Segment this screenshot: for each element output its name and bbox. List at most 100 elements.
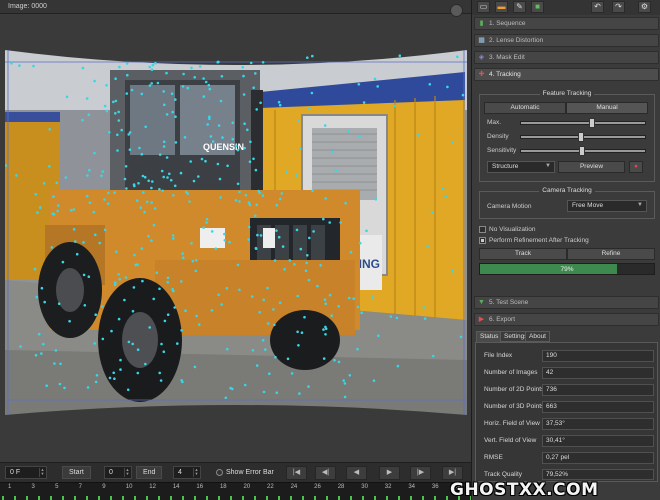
track-point [171,287,174,291]
points3d-label: Number of 3D Points [484,403,545,410]
skip-to-end-icon[interactable]: ▶| [442,466,463,480]
refine-button[interactable]: Refine [567,248,655,260]
track-point [374,197,378,201]
step-forward-icon[interactable]: |▶ [410,466,431,480]
track-point [358,134,361,138]
viewer-close-icon[interactable] [450,4,463,17]
track-point [145,200,149,204]
track-point [254,246,258,250]
frame-value: 0 F [10,469,21,476]
track-point [220,303,223,306]
track-point [172,237,175,240]
save-icon[interactable]: ■ [531,1,544,13]
track-point [152,223,156,227]
start-button[interactable]: Start [62,466,91,479]
skip-to-start-icon[interactable]: |◀ [286,466,307,480]
timeline-frame-marker [278,496,280,500]
track-point [136,371,140,375]
show-error-bar-checkbox[interactable] [216,469,223,476]
sensitivity-slider[interactable] [520,146,646,156]
automatic-button[interactable]: Automatic [484,102,566,114]
step-tracking[interactable]: ✚ 4. Tracking [474,68,659,81]
track-point [182,72,185,76]
undo-icon[interactable]: ↶ [591,1,604,13]
sensitivity-slider-handle[interactable] [579,146,585,156]
max-slider-handle[interactable] [589,118,595,128]
frame-spinbox[interactable]: 0 F ▲ ▼ [5,466,47,479]
timeline-frame-marker [26,496,28,500]
timeline[interactable]: 1 3 5 7 9 10 12 14 16 18 20 22 24 26 28 30 32 34 36 38 [0,482,472,500]
open-folder-icon[interactable]: ▬ [495,1,508,13]
preview-button[interactable]: Preview [558,161,625,173]
track-point [181,380,184,384]
track-point [105,84,108,87]
track-point [275,229,278,232]
track-button[interactable]: Track [479,248,567,260]
images-field: 42 [542,367,654,379]
track-point [197,175,200,178]
camera-image[interactable]: NSING QUENSIN [5,50,467,415]
track-point [451,140,454,144]
spin-arrows-icon[interactable]: ▲ ▼ [193,468,199,477]
track-point [150,82,153,85]
tab-status[interactable]: Status [476,331,503,342]
new-file-icon[interactable]: ▭ [477,1,490,13]
step-lens-distortion[interactable]: ▦ 2. Lense Distortion [474,34,659,47]
sequence-icon: ▮ [479,20,484,27]
step-export[interactable]: ▶ 6. Export [474,313,659,326]
refinement-checkbox[interactable] [479,237,486,244]
track-point [333,358,336,362]
track-point [150,186,153,190]
end-spinbox[interactable]: 4 ▲ ▼ [173,466,201,479]
track-point [160,342,163,346]
track-point [310,91,314,95]
structure-select[interactable]: Structure ▼ [487,161,555,173]
step-test-scene[interactable]: ▼ 5. Test Scene [474,296,659,309]
density-slider-handle[interactable] [578,132,584,142]
start-spinbox[interactable]: 0 ▲ ▼ [104,466,132,479]
track-point [135,199,139,202]
edit-icon[interactable]: ✎ [513,1,526,13]
redo-icon[interactable]: ↷ [612,1,625,13]
spin-arrows-icon[interactable]: ▲ ▼ [124,468,130,477]
record-icon[interactable]: ● [629,161,643,173]
tab-about[interactable]: About [525,331,550,342]
track-point [272,308,275,311]
spin-arrows-icon[interactable]: ▲ ▼ [39,468,45,477]
max-slider[interactable] [520,118,646,128]
track-point [101,337,105,341]
play-forward-icon[interactable]: ▶ [379,466,400,480]
track-point [348,374,352,377]
step-back-icon[interactable]: ◀| [315,466,336,480]
track-point [217,293,220,297]
track-point [165,156,169,159]
play-backward-icon[interactable]: ◀ [346,466,367,480]
timeline-frame-marker [350,496,352,500]
step-mask-edit[interactable]: ◈ 3. Mask Edit [474,51,659,64]
track-point [422,306,426,309]
track-point [225,286,229,290]
track-point [259,234,263,237]
track-point [258,311,261,314]
timeline-tick-label: 16 [196,484,204,490]
track-point [342,379,346,382]
camera-motion-label: Camera Motion [487,203,532,210]
density-slider[interactable] [520,132,646,142]
manual-button[interactable]: Manual [566,102,648,114]
track-point [244,194,248,197]
track-point [261,338,265,342]
timeline-frame-marker [386,496,388,500]
track-point [210,309,214,312]
settings-icon[interactable]: ⚙ [638,1,651,13]
structure-value: Structure [492,163,519,170]
camera-motion-select[interactable]: Free Move ▼ [567,200,647,212]
track-point [300,331,304,335]
end-button[interactable]: End [136,466,163,479]
timeline-frame-marker [302,496,304,500]
no-visualization-checkbox[interactable] [479,226,486,233]
track-point [347,296,351,300]
track-point [65,95,69,99]
timeline-tick-label: 12 [149,484,156,490]
density-label: Density [487,133,509,140]
step-sequence[interactable]: ▮ 1. Sequence [474,17,659,30]
